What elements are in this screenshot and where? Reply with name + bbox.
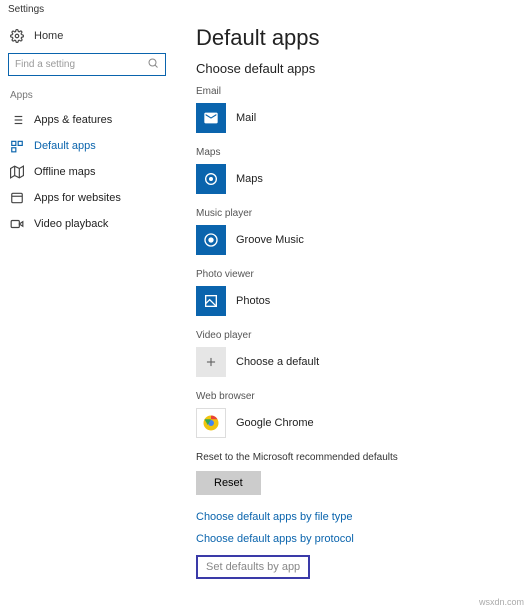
groove-icon <box>196 225 226 255</box>
app-selector-email[interactable]: Mail <box>196 103 520 133</box>
photos-icon <box>196 286 226 316</box>
reset-description: Reset to the Microsoft recommended defau… <box>196 452 520 463</box>
app-selector-video[interactable]: Choose a default <box>196 347 520 377</box>
nav-label: Default apps <box>34 140 96 152</box>
category-photo: Photo viewer Photos <box>196 269 520 316</box>
map-icon <box>10 165 24 179</box>
app-name: Photos <box>236 295 270 307</box>
search-input[interactable] <box>15 59 147 70</box>
sidebar: Home Apps Apps & features Default apps <box>0 19 170 599</box>
chrome-icon <box>196 408 226 438</box>
category-maps: Maps Maps <box>196 147 520 194</box>
category-label: Photo viewer <box>196 269 520 280</box>
website-icon <box>10 191 24 205</box>
nav-default-apps[interactable]: Default apps <box>8 133 166 159</box>
nav-offline-maps[interactable]: Offline maps <box>8 159 166 185</box>
category-label: Video player <box>196 330 520 341</box>
category-email: Email Mail <box>196 86 520 133</box>
defaults-icon <box>10 139 24 153</box>
home-nav[interactable]: Home <box>8 25 166 47</box>
category-label: Maps <box>196 147 520 158</box>
reset-button[interactable]: Reset <box>196 471 261 495</box>
app-selector-photo[interactable]: Photos <box>196 286 520 316</box>
app-name: Choose a default <box>236 356 319 368</box>
sub-heading: Choose default apps <box>196 61 520 76</box>
plus-icon <box>196 347 226 377</box>
app-selector-browser[interactable]: Google Chrome <box>196 408 520 438</box>
page-title: Default apps <box>196 25 520 51</box>
link-file-type[interactable]: Choose default apps by file type <box>196 511 520 523</box>
app-name: Mail <box>236 112 256 124</box>
mail-icon <box>196 103 226 133</box>
app-selector-music[interactable]: Groove Music <box>196 225 520 255</box>
nav-label: Apps & features <box>34 114 112 126</box>
app-name: Maps <box>236 173 263 185</box>
nav-video-playback[interactable]: Video playback <box>8 211 166 237</box>
category-browser: Web browser Google Chrome <box>196 391 520 438</box>
nav-label: Offline maps <box>34 166 96 178</box>
category-label: Music player <box>196 208 520 219</box>
attribution-text: wsxdn.com <box>479 597 524 607</box>
list-icon <box>10 113 24 127</box>
category-video: Video player Choose a default <box>196 330 520 377</box>
app-selector-maps[interactable]: Maps <box>196 164 520 194</box>
search-icon <box>147 57 159 72</box>
window-title: Settings <box>0 0 530 19</box>
link-protocol[interactable]: Choose default apps by protocol <box>196 533 520 545</box>
video-icon <box>10 217 24 231</box>
maps-icon <box>196 164 226 194</box>
home-label: Home <box>34 30 63 42</box>
category-label: Email <box>196 86 520 97</box>
app-name: Groove Music <box>236 234 304 246</box>
gear-icon <box>10 29 24 43</box>
app-name: Google Chrome <box>236 417 314 429</box>
nav-label: Apps for websites <box>34 192 121 204</box>
nav-label: Video playback <box>34 218 108 230</box>
settings-container: Home Apps Apps & features Default apps <box>0 19 530 599</box>
category-music: Music player Groove Music <box>196 208 520 255</box>
nav-apps-websites[interactable]: Apps for websites <box>8 185 166 211</box>
search-box[interactable] <box>8 53 166 76</box>
category-label: Web browser <box>196 391 520 402</box>
link-set-defaults-by-app[interactable]: Set defaults by app <box>196 555 310 579</box>
sidebar-section-label: Apps <box>10 90 164 101</box>
nav-apps-features[interactable]: Apps & features <box>8 107 166 133</box>
main-content: Default apps Choose default apps Email M… <box>170 19 530 599</box>
